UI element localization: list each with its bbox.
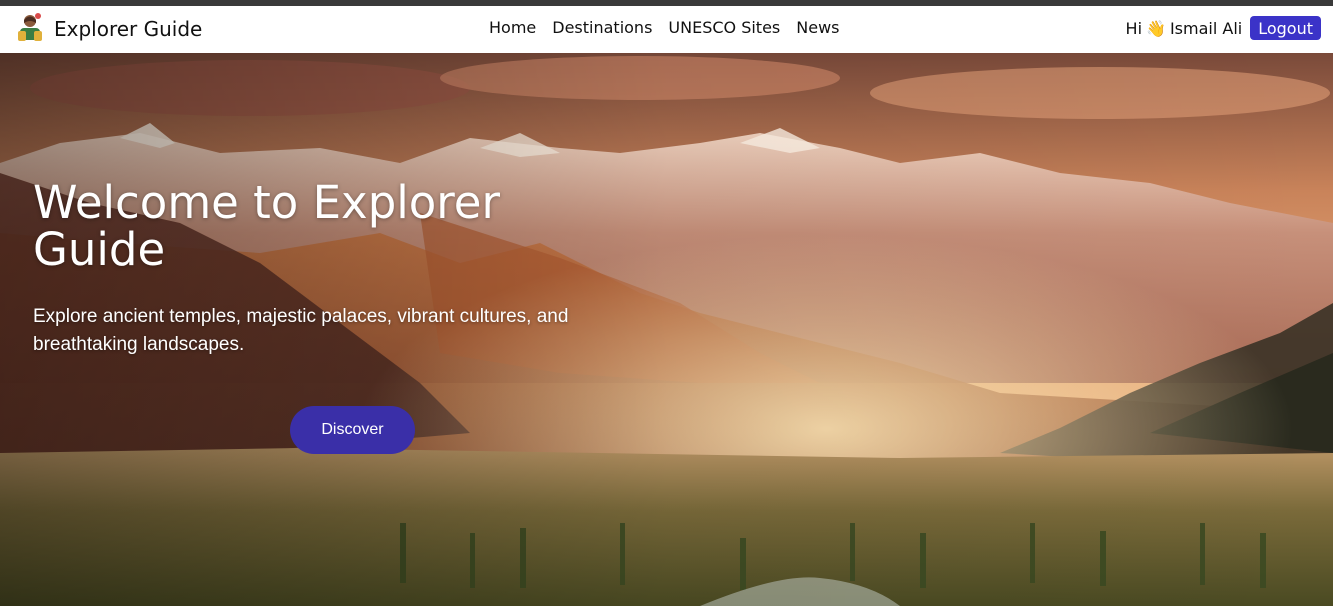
- explorer-avatar-icon: [14, 11, 46, 47]
- user-area: Hi 👋 Ismail Ali Logout: [1126, 16, 1321, 40]
- navbar: Explorer Guide Home Destinations UNESCO …: [0, 6, 1333, 53]
- discover-button[interactable]: Discover: [290, 406, 415, 454]
- user-greeting: Hi 👋 Ismail Ali: [1126, 19, 1243, 38]
- greeting-text: Hi: [1125, 18, 1143, 38]
- nav-home[interactable]: Home: [489, 18, 536, 37]
- nav-unesco-sites[interactable]: UNESCO Sites: [668, 18, 780, 37]
- hero-title: Welcome to Explorer Guide: [33, 176, 500, 276]
- hero-section: Welcome to Explorer Guide Explore ancien…: [0, 53, 1333, 606]
- nav-destinations[interactable]: Destinations: [552, 18, 652, 37]
- hero-subtitle: Explore ancient temples, majestic palace…: [33, 306, 569, 355]
- main-nav: Home Destinations UNESCO Sites News: [489, 18, 840, 37]
- logout-button[interactable]: Logout: [1250, 16, 1321, 40]
- wave-icon: 👋: [1146, 18, 1166, 38]
- brand-link[interactable]: Explorer Guide: [14, 13, 202, 45]
- nav-news[interactable]: News: [796, 18, 839, 37]
- brand-name: Explorer Guide: [54, 17, 203, 41]
- user-name: Ismail Ali: [1169, 18, 1243, 38]
